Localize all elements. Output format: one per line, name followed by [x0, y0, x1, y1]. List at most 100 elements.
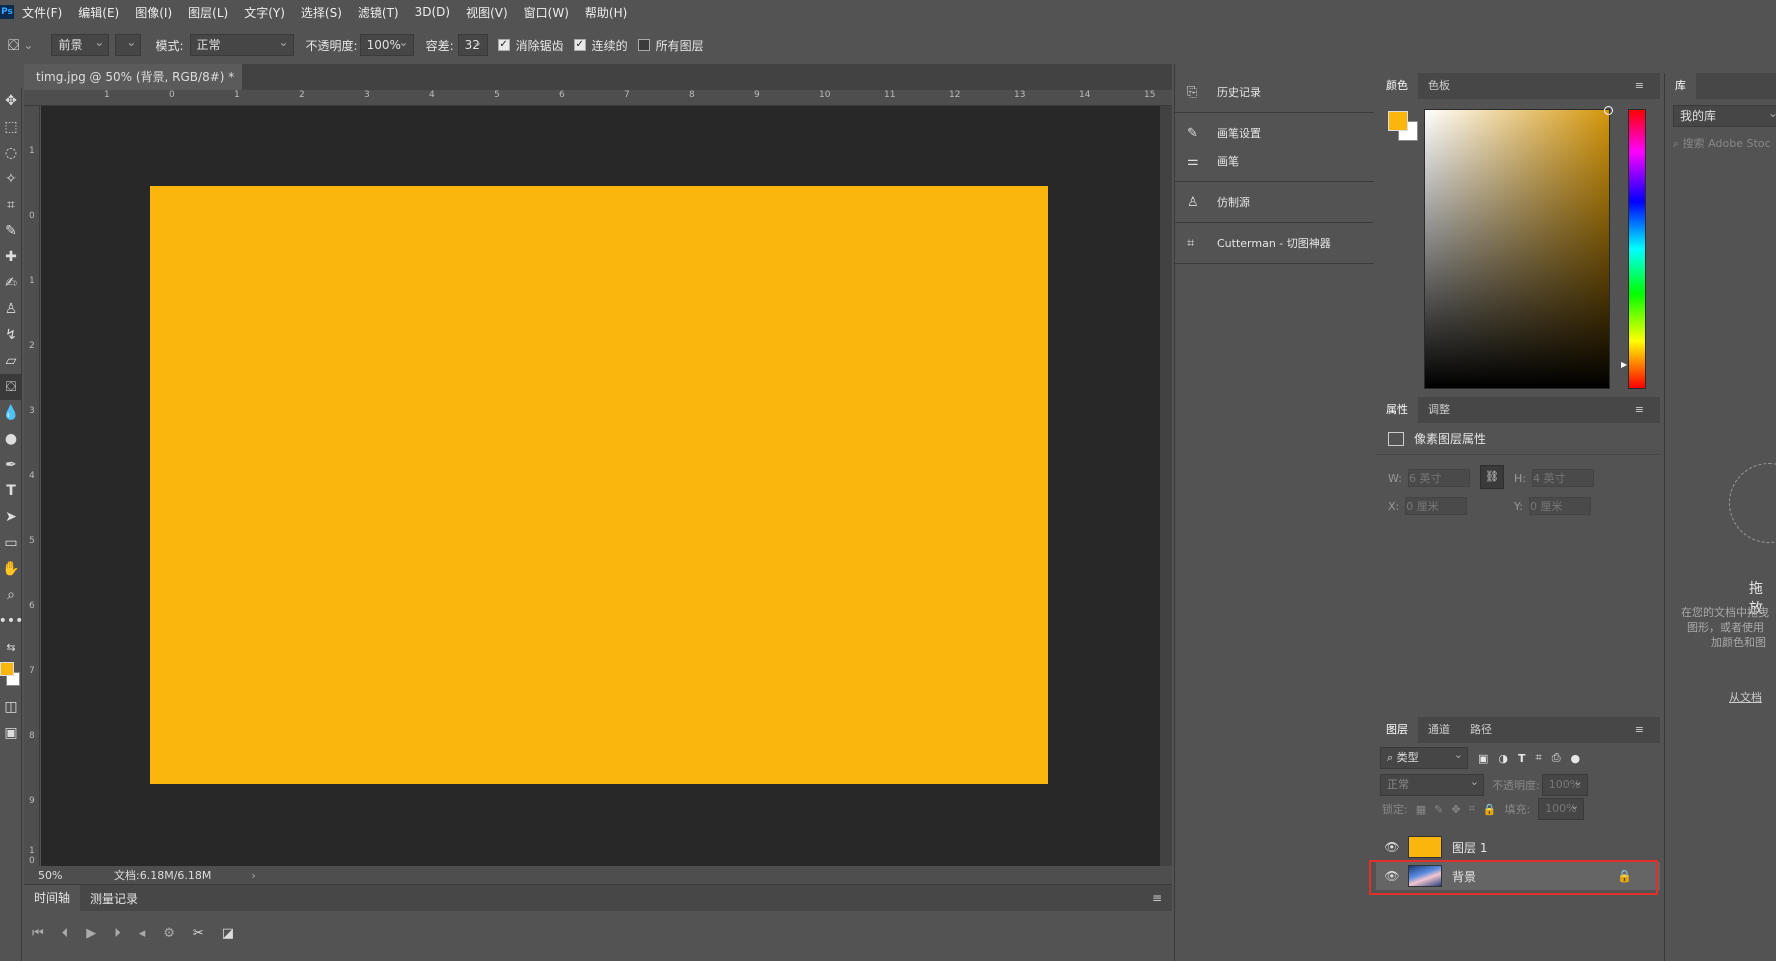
first-frame-icon[interactable]: ⏮ [32, 926, 44, 941]
more-tools-icon[interactable]: ••• [0, 608, 23, 634]
visibility-eye-icon[interactable]: 👁 [1376, 869, 1408, 883]
mode-select[interactable]: 正常 [189, 32, 294, 56]
tab-channels[interactable]: 通道 [1418, 717, 1460, 743]
swap-colors-icon[interactable]: ⇆ [0, 634, 22, 660]
menu-edit[interactable]: 编辑(E) [70, 4, 127, 21]
panel-menu-icon[interactable]: ≡ [1625, 397, 1654, 423]
y-input[interactable] [1528, 497, 1591, 515]
magic-wand-tool-icon[interactable]: ✧ [0, 166, 22, 192]
x-input[interactable] [1405, 497, 1468, 515]
settings-icon[interactable]: ⚙ [163, 926, 175, 941]
tab-color[interactable]: 颜色 [1376, 73, 1418, 99]
tab-measurement-log[interactable]: 测量记录 [80, 890, 148, 907]
height-input[interactable] [1531, 469, 1594, 487]
filter-pixel-icon[interactable]: ▣ [1478, 752, 1488, 765]
move-tool-icon[interactable]: ✥ [0, 88, 22, 114]
panel-clone-source[interactable]: ♙ 仿制源 [1175, 188, 1374, 216]
panel-brush-settings[interactable]: ✎ 画笔设置 [1175, 119, 1374, 147]
layer-row-selected[interactable]: 👁 背景 🔒 [1376, 862, 1660, 890]
saturation-brightness-picker[interactable] [1424, 106, 1613, 389]
lock-transparent-icon[interactable]: ▦ [1416, 803, 1426, 816]
audio-icon[interactable]: ◂ [139, 926, 146, 941]
panel-brushes[interactable]: ⚌ 画笔 [1175, 147, 1374, 175]
menu-file[interactable]: 文件(F) [14, 4, 70, 21]
zoom-tool-icon[interactable]: ⌕ [0, 582, 22, 608]
hand-tool-icon[interactable]: ✋ [0, 556, 22, 582]
panel-menu-icon[interactable]: ≡ [1142, 891, 1172, 905]
eyedropper-tool-icon[interactable]: ✎ [0, 218, 22, 244]
hue-slider-handle[interactable]: ▶ [1621, 360, 1627, 369]
brush-tool-icon[interactable]: ✍ [0, 270, 22, 296]
prev-frame-icon[interactable]: ⏴ [62, 926, 69, 941]
paint-bucket-icon[interactable]: ⛋ [8, 36, 19, 54]
document-image[interactable] [150, 186, 1048, 784]
rectangle-tool-icon[interactable]: ▭ [0, 530, 22, 556]
eraser-tool-icon[interactable]: ▱ [0, 348, 22, 374]
hue-slider[interactable]: ▶ [1621, 109, 1646, 389]
path-selection-tool-icon[interactable]: ➤ [0, 504, 22, 530]
zoom-level[interactable]: 50% [38, 869, 108, 882]
fill-input[interactable]: 100% [1538, 796, 1585, 820]
play-icon[interactable]: ▶ [86, 926, 96, 941]
split-icon[interactable]: ✂ [193, 926, 204, 941]
menu-type[interactable]: 文字(Y) [236, 4, 293, 21]
panel-history[interactable]: ⎘ 历史记录 [1175, 78, 1374, 106]
lock-all-icon[interactable]: 🔒 [1483, 803, 1497, 816]
next-frame-icon[interactable]: ⏵ [114, 926, 121, 941]
lock-artboard-icon[interactable]: ⌗ [1469, 802, 1475, 816]
filter-adjustment-icon[interactable]: ◑ [1498, 752, 1508, 765]
tolerance-input[interactable]: 32 [457, 32, 488, 56]
picker-cursor[interactable] [1604, 106, 1613, 115]
opacity-input[interactable]: 100% [359, 32, 414, 56]
from-document-link[interactable]: 从文档 [1729, 689, 1762, 705]
library-search[interactable]: ⌕ 搜索 Adobe Stoc [1673, 135, 1776, 151]
lock-position-icon[interactable]: ✥ [1451, 803, 1460, 816]
menu-layer[interactable]: 图层(L) [180, 4, 236, 21]
all-layers-checkbox[interactable] [637, 39, 650, 51]
marquee-tool-icon[interactable]: ⬚ [0, 114, 22, 140]
dodge-tool-icon[interactable]: ● [0, 426, 22, 452]
chevron-down-icon[interactable]: ⌄ [23, 38, 33, 52]
pattern-picker[interactable] [115, 32, 142, 56]
width-input[interactable] [1407, 469, 1470, 487]
panel-menu-icon[interactable]: ≡ [1625, 717, 1654, 743]
foreground-color-swatch[interactable] [1388, 111, 1408, 131]
filter-smart-object-icon[interactable]: ⎙ [1552, 751, 1561, 765]
tab-paths[interactable]: 路径 [1460, 717, 1502, 743]
paint-bucket-tool-icon[interactable]: ⛋ [0, 374, 22, 400]
menu-filter[interactable]: 滤镜(T) [350, 4, 407, 21]
lasso-tool-icon[interactable]: ◌ [0, 140, 22, 166]
layer-filter-select[interactable]: ⌕ 类型 [1380, 745, 1468, 769]
link-dimensions-button[interactable]: ⛓ [1480, 465, 1504, 489]
stamp-tool-icon[interactable]: ♙ [0, 296, 22, 322]
visibility-eye-icon[interactable]: 👁 [1376, 840, 1408, 854]
quick-mask-icon[interactable]: ◫ [0, 694, 22, 720]
panel-menu-icon[interactable]: ≡ [1625, 73, 1654, 99]
menu-view[interactable]: 视图(V) [458, 4, 516, 21]
menu-3d[interactable]: 3D(D) [407, 5, 458, 19]
tab-adjustments[interactable]: 调整 [1418, 397, 1460, 423]
healing-brush-tool-icon[interactable]: ✚ [0, 244, 22, 270]
lock-pixels-icon[interactable]: ✎ [1434, 803, 1443, 816]
history-brush-tool-icon[interactable]: ↯ [0, 322, 22, 348]
crop-tool-icon[interactable]: ⌗ [0, 192, 22, 218]
document-tab[interactable]: timg.jpg @ 50% (背景, RGB/8#) * × [24, 64, 242, 110]
color-swatches[interactable] [0, 660, 21, 694]
filter-toggle-icon[interactable]: ● [1571, 752, 1581, 765]
tab-libraries[interactable]: 库 [1665, 73, 1696, 99]
tab-layers[interactable]: 图层 [1376, 717, 1418, 743]
pen-tool-icon[interactable]: ✒ [0, 452, 22, 478]
layer-row[interactable]: 👁 图层 1 [1376, 833, 1660, 861]
panel-cutterman[interactable]: ⌗ Cutterman - 切图神器 [1175, 229, 1374, 257]
library-select[interactable]: 我的库 [1673, 103, 1776, 127]
blend-mode-select[interactable]: 正常 [1380, 772, 1484, 796]
transition-icon[interactable]: ◪ [222, 926, 234, 941]
blur-tool-icon[interactable]: 💧 [0, 400, 22, 426]
menu-window[interactable]: 窗口(W) [516, 4, 577, 21]
layer-opacity-input[interactable]: 100% [1541, 772, 1588, 796]
screen-mode-icon[interactable]: ▣ [0, 720, 22, 746]
menu-image[interactable]: 图像(I) [127, 4, 180, 21]
antialias-checkbox[interactable]: ✓ [497, 39, 510, 51]
fill-source-select[interactable]: 前景 [51, 32, 110, 56]
contiguous-checkbox[interactable]: ✓ [573, 39, 586, 51]
